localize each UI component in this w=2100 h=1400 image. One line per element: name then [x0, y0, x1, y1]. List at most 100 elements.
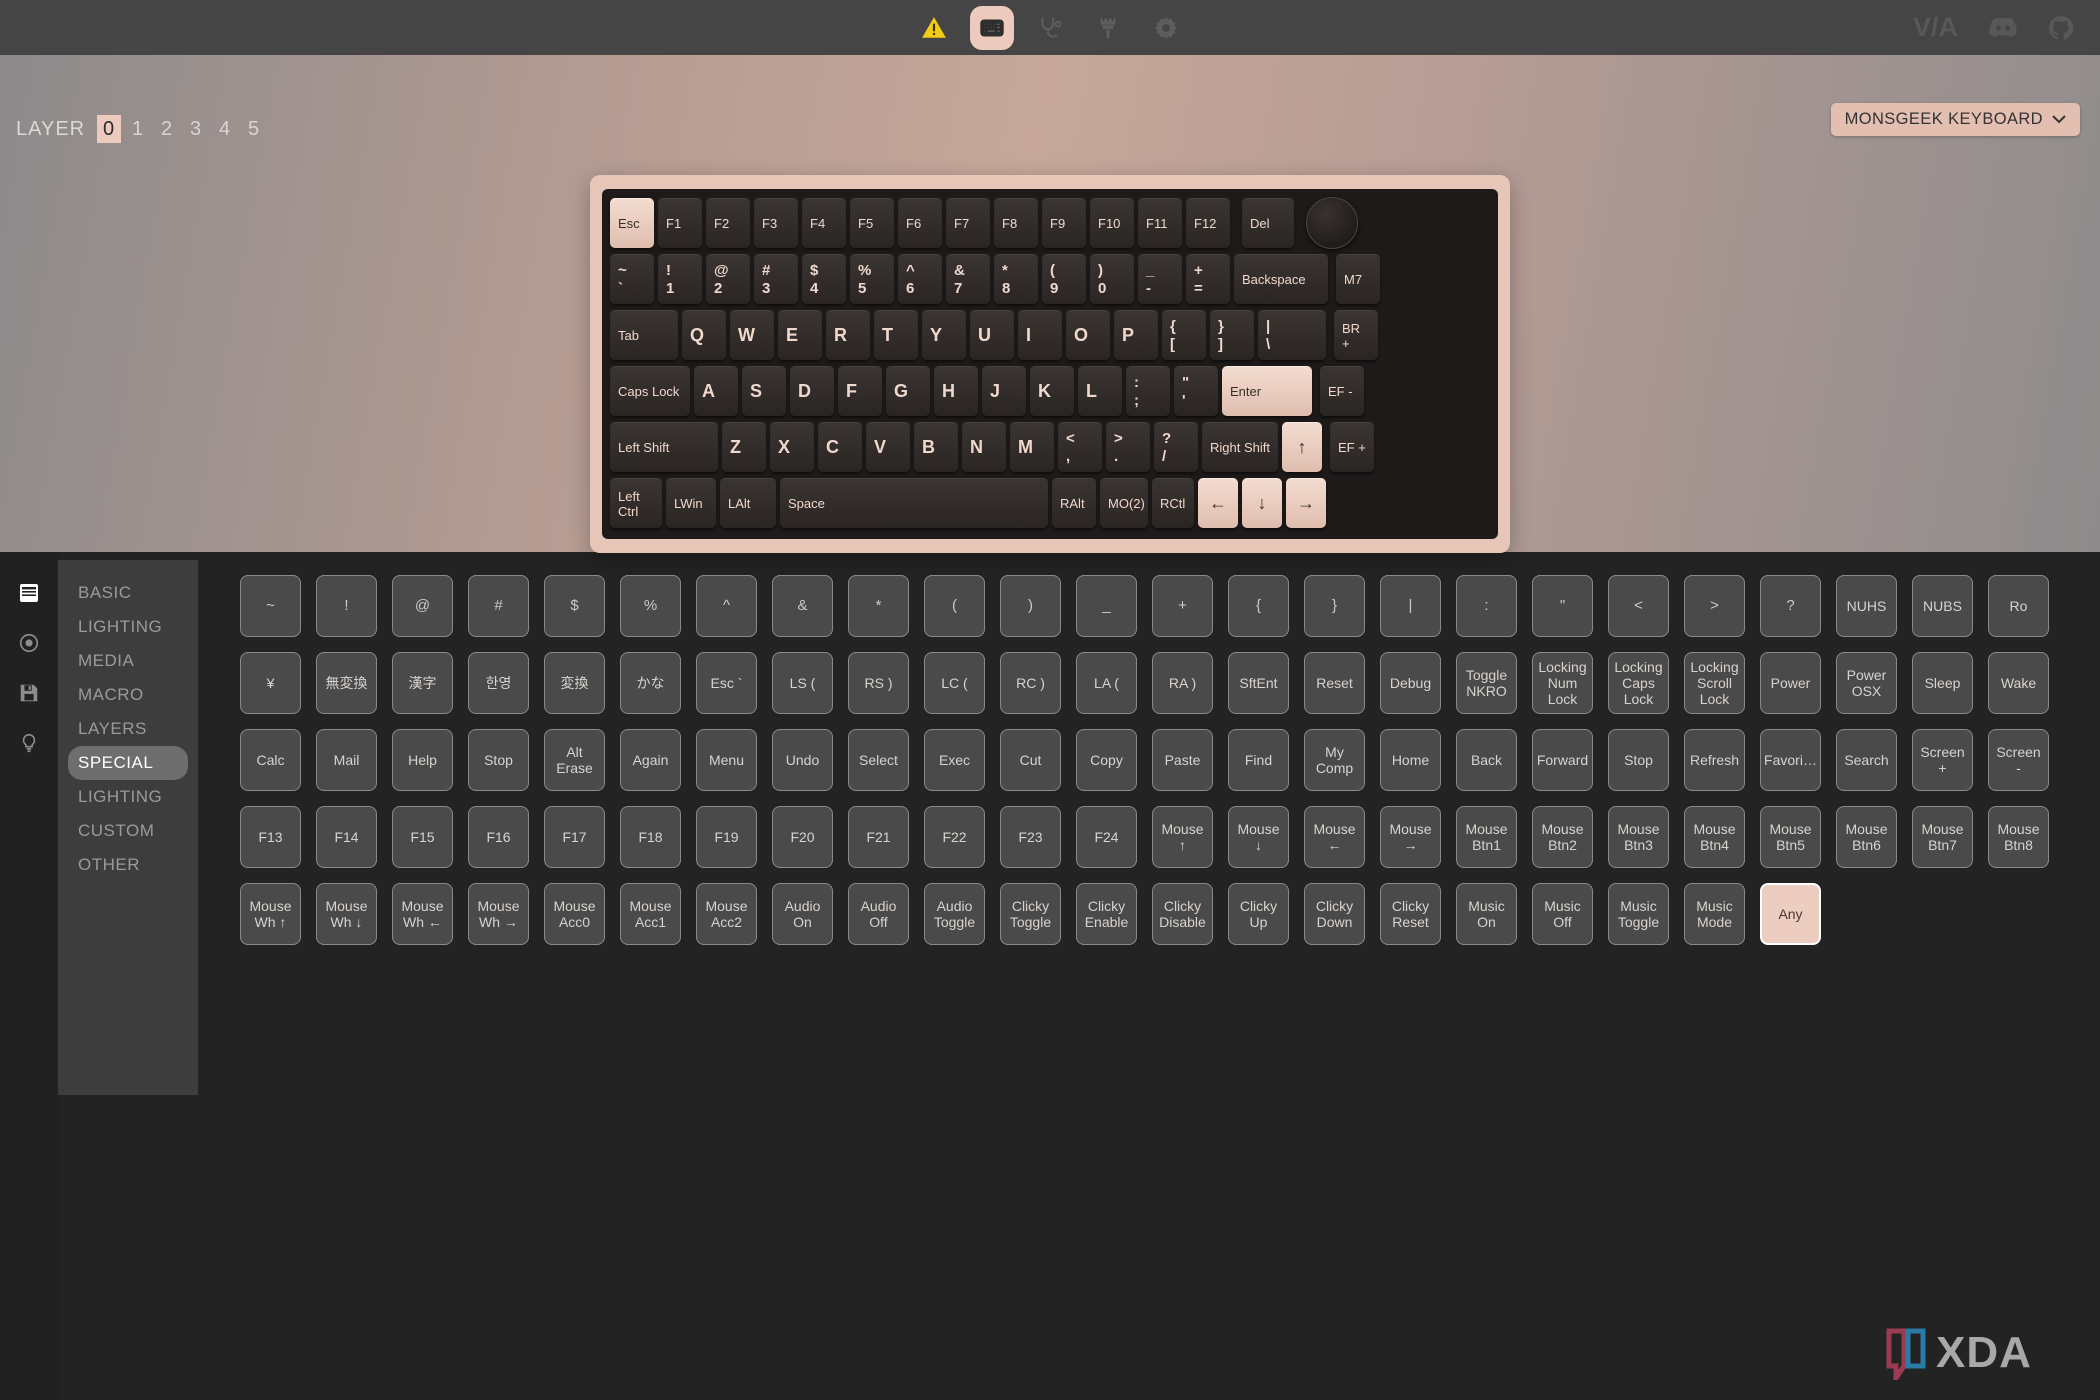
keycode-button-[interactable]: _: [1076, 575, 1137, 637]
keycap-[interactable]: _ -: [1138, 254, 1182, 304]
keycode-button-stop[interactable]: Stop: [1608, 729, 1669, 791]
keycode-button-f18[interactable]: F18: [620, 806, 681, 868]
keycode-button-clicky-toggle[interactable]: Clicky Toggle: [1000, 883, 1061, 945]
keycap-p[interactable]: P: [1114, 310, 1158, 360]
keycode-button-clicky-up[interactable]: Clicky Up: [1228, 883, 1289, 945]
keycode-button-mouse-btn2[interactable]: Mouse Btn2: [1532, 806, 1593, 868]
keycap-f9[interactable]: F9: [1042, 198, 1086, 248]
keycode-button-[interactable]: {: [1228, 575, 1289, 637]
keycode-button-wake[interactable]: Wake: [1988, 652, 2049, 714]
keycode-button-stop[interactable]: Stop: [468, 729, 529, 791]
keycode-button-again[interactable]: Again: [620, 729, 681, 791]
keycode-button-toggle-nkro[interactable]: Toggle NKRO: [1456, 652, 1517, 714]
keycode-button-mouse[interactable]: Mouse ←: [1304, 806, 1365, 868]
keycap-m[interactable]: M: [1010, 422, 1054, 472]
discord-icon[interactable]: [1988, 16, 2018, 40]
keycode-button-music-on[interactable]: Music On: [1456, 883, 1517, 945]
keycode-button-[interactable]: (: [924, 575, 985, 637]
keycap-1[interactable]: ! 1: [658, 254, 702, 304]
keycap-right-shift[interactable]: Right Shift: [1202, 422, 1278, 472]
keycap-i[interactable]: I: [1018, 310, 1062, 360]
keycode-button-la[interactable]: LA (: [1076, 652, 1137, 714]
keycode-button-f20[interactable]: F20: [772, 806, 833, 868]
keycap-[interactable]: ←: [1198, 478, 1238, 528]
keycap-[interactable]: :;: [1126, 366, 1170, 416]
keycap-left-shift[interactable]: Left Shift: [610, 422, 718, 472]
keycode-button-かな[interactable]: かな: [620, 652, 681, 714]
keycap-f10[interactable]: F10: [1090, 198, 1134, 248]
keycode-button-exec[interactable]: Exec: [924, 729, 985, 791]
category-item-macro[interactable]: MACRO: [68, 678, 188, 712]
keycap-[interactable]: ? /: [1154, 422, 1198, 472]
keycode-button-[interactable]: ^: [696, 575, 757, 637]
keycap-tab[interactable]: Tab: [610, 310, 678, 360]
keycode-button-無変換[interactable]: 無変換: [316, 652, 377, 714]
keycode-button-rs[interactable]: RS ): [848, 652, 909, 714]
keycap-u[interactable]: U: [970, 310, 1014, 360]
keycode-button-mouse[interactable]: Mouse ↓: [1228, 806, 1289, 868]
layer-button-5[interactable]: 5: [242, 115, 266, 143]
category-item-lighting-2[interactable]: LIGHTING: [68, 780, 188, 814]
keycode-button-[interactable]: #: [468, 575, 529, 637]
keycode-button-mouse-acc2[interactable]: Mouse Acc2: [696, 883, 757, 945]
keycap-f[interactable]: F: [838, 366, 882, 416]
keycode-button-music-mode[interactable]: Music Mode: [1684, 883, 1745, 945]
keycode-button-変換[interactable]: 変換: [544, 652, 605, 714]
keycap-0[interactable]: ) 0: [1090, 254, 1134, 304]
keycode-button-power[interactable]: Power: [1760, 652, 1821, 714]
keycode-button-ra[interactable]: RA ): [1152, 652, 1213, 714]
layout-icon[interactable]: [16, 580, 42, 606]
keycap-k[interactable]: K: [1030, 366, 1074, 416]
keycap-t[interactable]: T: [874, 310, 918, 360]
keycode-button-clicky-enable[interactable]: Clicky Enable: [1076, 883, 1137, 945]
keycap-2[interactable]: @2: [706, 254, 750, 304]
keycode-button-mouse-btn1[interactable]: Mouse Btn1: [1456, 806, 1517, 868]
keycap-del[interactable]: Del: [1242, 198, 1294, 248]
keycode-button-locking-caps-lock[interactable]: Locking Caps Lock: [1608, 652, 1669, 714]
keycode-button-search[interactable]: Search: [1836, 729, 1897, 791]
keycap-f12[interactable]: F12: [1186, 198, 1230, 248]
keycap-f3[interactable]: F3: [754, 198, 798, 248]
keycode-button-ro[interactable]: Ro: [1988, 575, 2049, 637]
keycap-backspace[interactable]: Backspace: [1234, 254, 1328, 304]
keycode-button-f22[interactable]: F22: [924, 806, 985, 868]
layer-button-2[interactable]: 2: [155, 115, 179, 143]
stethoscope-icon[interactable]: [1028, 6, 1072, 50]
keycap-[interactable]: | \: [1258, 310, 1326, 360]
keycode-button-f21[interactable]: F21: [848, 806, 909, 868]
keycap-rctl[interactable]: RCtl: [1152, 478, 1194, 528]
keycap-o[interactable]: O: [1066, 310, 1110, 360]
rotary-knob[interactable]: [1306, 197, 1358, 249]
category-item-other[interactable]: OTHER: [68, 848, 188, 882]
keycap-ef[interactable]: EF +: [1330, 422, 1374, 472]
warning-icon[interactable]: [912, 6, 956, 50]
keycode-button-rc[interactable]: RC ): [1000, 652, 1061, 714]
keycap-f7[interactable]: F7: [946, 198, 990, 248]
keycap-[interactable]: <,: [1058, 422, 1102, 472]
keycap-[interactable]: }]: [1210, 310, 1254, 360]
keycap-left-ctrl[interactable]: Left Ctrl: [610, 478, 662, 528]
keycode-button-[interactable]: ): [1000, 575, 1061, 637]
keycap-r[interactable]: R: [826, 310, 870, 360]
keycode-button-[interactable]: %: [620, 575, 681, 637]
keycode-button-f19[interactable]: F19: [696, 806, 757, 868]
keycode-button-mouse-acc0[interactable]: Mouse Acc0: [544, 883, 605, 945]
keycode-button-[interactable]: ?: [1760, 575, 1821, 637]
keycap-a[interactable]: A: [694, 366, 738, 416]
layer-button-0[interactable]: 0: [97, 115, 122, 143]
keycode-button-[interactable]: >: [1684, 575, 1745, 637]
keycode-button-favori[interactable]: Favori…: [1760, 729, 1821, 791]
keycode-button-[interactable]: <: [1608, 575, 1669, 637]
keycode-button-漢字[interactable]: 漢字: [392, 652, 453, 714]
keycode-button-f13[interactable]: F13: [240, 806, 301, 868]
keycode-button-screen[interactable]: Screen -: [1988, 729, 2049, 791]
keycap-[interactable]: →: [1286, 478, 1326, 528]
keycode-button-clicky-down[interactable]: Clicky Down: [1304, 883, 1365, 945]
keycode-button-[interactable]: &: [772, 575, 833, 637]
keycap-y[interactable]: Y: [922, 310, 966, 360]
keycode-button-cut[interactable]: Cut: [1000, 729, 1061, 791]
keycode-button-[interactable]: @: [392, 575, 453, 637]
keycode-button-mouse-acc1[interactable]: Mouse Acc1: [620, 883, 681, 945]
keycode-button-nubs[interactable]: NUBS: [1912, 575, 1973, 637]
keycode-button-[interactable]: $: [544, 575, 605, 637]
